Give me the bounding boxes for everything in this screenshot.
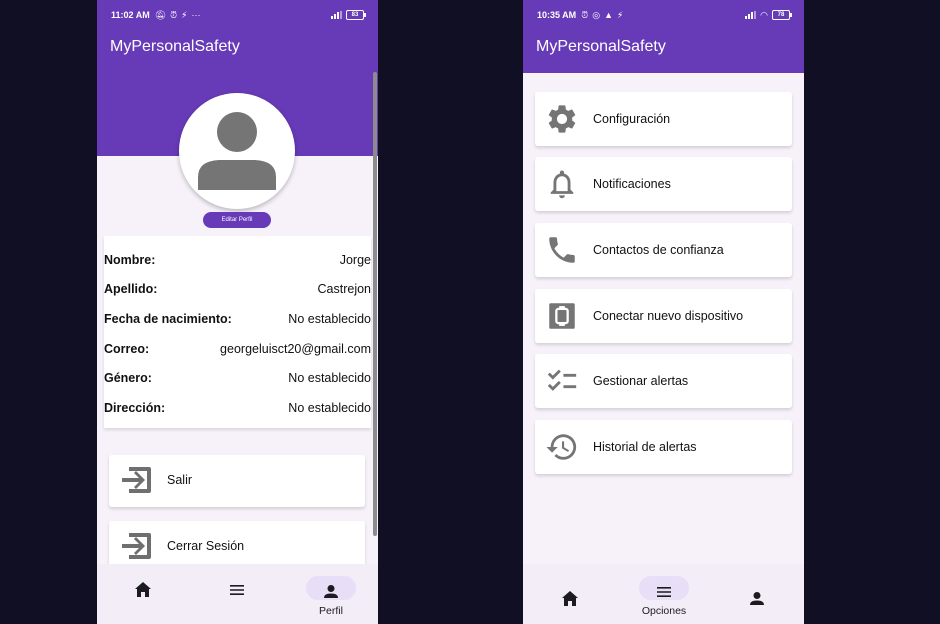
notification-icon: ⚡︎ bbox=[181, 9, 188, 20]
profile-screen: 11:02 AM 🔕︎ ⏰︎ ⚡︎ ··· 83 MyPersonalSafet… bbox=[97, 0, 378, 624]
app-title: MyPersonalSafety bbox=[110, 38, 240, 55]
nav-label: Perfil bbox=[319, 605, 343, 617]
notification-icon: ⚡︎ bbox=[617, 9, 624, 20]
signal-icon bbox=[745, 11, 757, 19]
gestionar-alertas-option[interactable]: Gestionar alertas bbox=[535, 354, 792, 408]
warning-icon: ▲ bbox=[604, 10, 613, 20]
nav-perfil[interactable]: Perfil bbox=[296, 564, 366, 624]
field-row-direccion: Dirección: No establecido bbox=[104, 401, 371, 421]
battery-icon: 78 bbox=[772, 10, 792, 20]
field-label: Nombre: bbox=[104, 253, 156, 267]
exit-icon bbox=[122, 533, 151, 559]
bell-icon bbox=[550, 170, 574, 199]
field-row-correo: Correo: georgeluisct20@gmail.com bbox=[104, 342, 371, 362]
signal-icon bbox=[331, 11, 342, 19]
nav-home[interactable] bbox=[108, 564, 178, 624]
home-icon bbox=[135, 582, 151, 597]
exit-icon bbox=[122, 467, 151, 493]
field-value: Jorge bbox=[339, 253, 371, 267]
nav-home[interactable] bbox=[535, 564, 605, 624]
field-row-fecha-nacimiento: Fecha de nacimiento: No establecido bbox=[104, 312, 371, 332]
checklist-icon bbox=[547, 369, 577, 391]
status-time: 11:02 AM bbox=[111, 10, 150, 20]
field-row-genero: Género: No establecido bbox=[104, 371, 371, 391]
field-value: Castrejon bbox=[317, 282, 372, 296]
field-label: Fecha de nacimiento: bbox=[104, 312, 232, 326]
history-icon bbox=[546, 434, 577, 460]
field-label: Género: bbox=[104, 371, 152, 385]
option-label: Configuración bbox=[593, 112, 671, 126]
status-bar: 11:02 AM 🔕︎ ⏰︎ ⚡︎ ··· 83 bbox=[111, 8, 366, 22]
bottom-navigation: Perfil bbox=[97, 564, 378, 624]
alarm-icon: ⏰︎ bbox=[170, 9, 178, 20]
field-row-apellido: Apellido: Castrejon bbox=[104, 282, 371, 302]
phone-icon bbox=[549, 237, 575, 263]
profile-info-card: Nombre: Jorge Apellido: Castrejon Fecha … bbox=[104, 236, 371, 428]
status-time: 10:35 AM bbox=[537, 10, 577, 20]
option-label: Conectar nuevo dispositivo bbox=[593, 309, 744, 323]
gear-icon bbox=[548, 105, 576, 133]
app-bar: 10:35 AM ⏰︎ ◎ ▲ ⚡︎ ◠ 78 MyPersonalSafety bbox=[523, 0, 804, 73]
home-icon bbox=[562, 591, 578, 606]
configuracion-option[interactable]: Configuración bbox=[535, 92, 792, 146]
field-value: No establecido bbox=[288, 401, 371, 415]
salir-button[interactable]: Salir bbox=[109, 455, 365, 507]
menu-icon bbox=[657, 587, 671, 597]
field-label: Dirección: bbox=[104, 401, 166, 415]
menu-icon bbox=[230, 585, 244, 595]
person-avatar-icon bbox=[198, 112, 276, 190]
nav-label: Opciones bbox=[641, 605, 687, 617]
conectar-dispositivo-option[interactable]: Conectar nuevo dispositivo bbox=[535, 289, 792, 343]
whatsapp-icon: ◎ bbox=[592, 9, 601, 20]
field-value: georgeluisct20@gmail.com bbox=[220, 342, 371, 356]
status-bar: 10:35 AM ⏰︎ ◎ ▲ ⚡︎ ◠ 78 bbox=[537, 8, 792, 22]
option-label: Notificaciones bbox=[593, 177, 671, 191]
options-screen: 10:35 AM ⏰︎ ◎ ▲ ⚡︎ ◠ 78 MyPersonalSafety… bbox=[523, 0, 804, 624]
field-value: No establecido bbox=[288, 312, 371, 326]
nav-opciones[interactable]: Opciones bbox=[629, 564, 699, 624]
mute-icon: 🔕︎ bbox=[154, 9, 167, 20]
action-label: Cerrar Sesión bbox=[167, 539, 245, 553]
battery-icon: 83 bbox=[346, 10, 366, 20]
option-label: Contactos de confianza bbox=[593, 243, 724, 257]
nav-opciones[interactable] bbox=[202, 564, 272, 624]
field-value: No establecido bbox=[288, 371, 371, 385]
field-row-nombre: Nombre: Jorge bbox=[104, 253, 371, 273]
contactos-confianza-option[interactable]: Contactos de confianza bbox=[535, 223, 792, 277]
option-label: Historial de alertas bbox=[593, 440, 697, 454]
option-label: Gestionar alertas bbox=[593, 374, 689, 388]
person-icon bbox=[324, 585, 338, 598]
field-label: Apellido: bbox=[104, 282, 158, 296]
edit-profile-button[interactable]: Editar Perfil bbox=[203, 212, 271, 228]
person-icon bbox=[750, 592, 764, 605]
scrollbar[interactable] bbox=[373, 72, 377, 536]
historial-alertas-option[interactable]: Historial de alertas bbox=[535, 420, 792, 474]
notificaciones-option[interactable]: Notificaciones bbox=[535, 157, 792, 211]
app-title: MyPersonalSafety bbox=[536, 38, 666, 55]
avatar bbox=[179, 93, 295, 209]
bottom-navigation: Opciones bbox=[523, 564, 804, 624]
nav-perfil[interactable] bbox=[722, 564, 792, 624]
field-label: Correo: bbox=[104, 342, 150, 356]
wifi-icon: ◠ bbox=[760, 9, 768, 20]
watch-icon bbox=[549, 303, 575, 329]
alarm-icon: ⏰︎ bbox=[581, 9, 589, 20]
action-label: Salir bbox=[167, 473, 193, 487]
more-icon: ··· bbox=[191, 10, 201, 20]
